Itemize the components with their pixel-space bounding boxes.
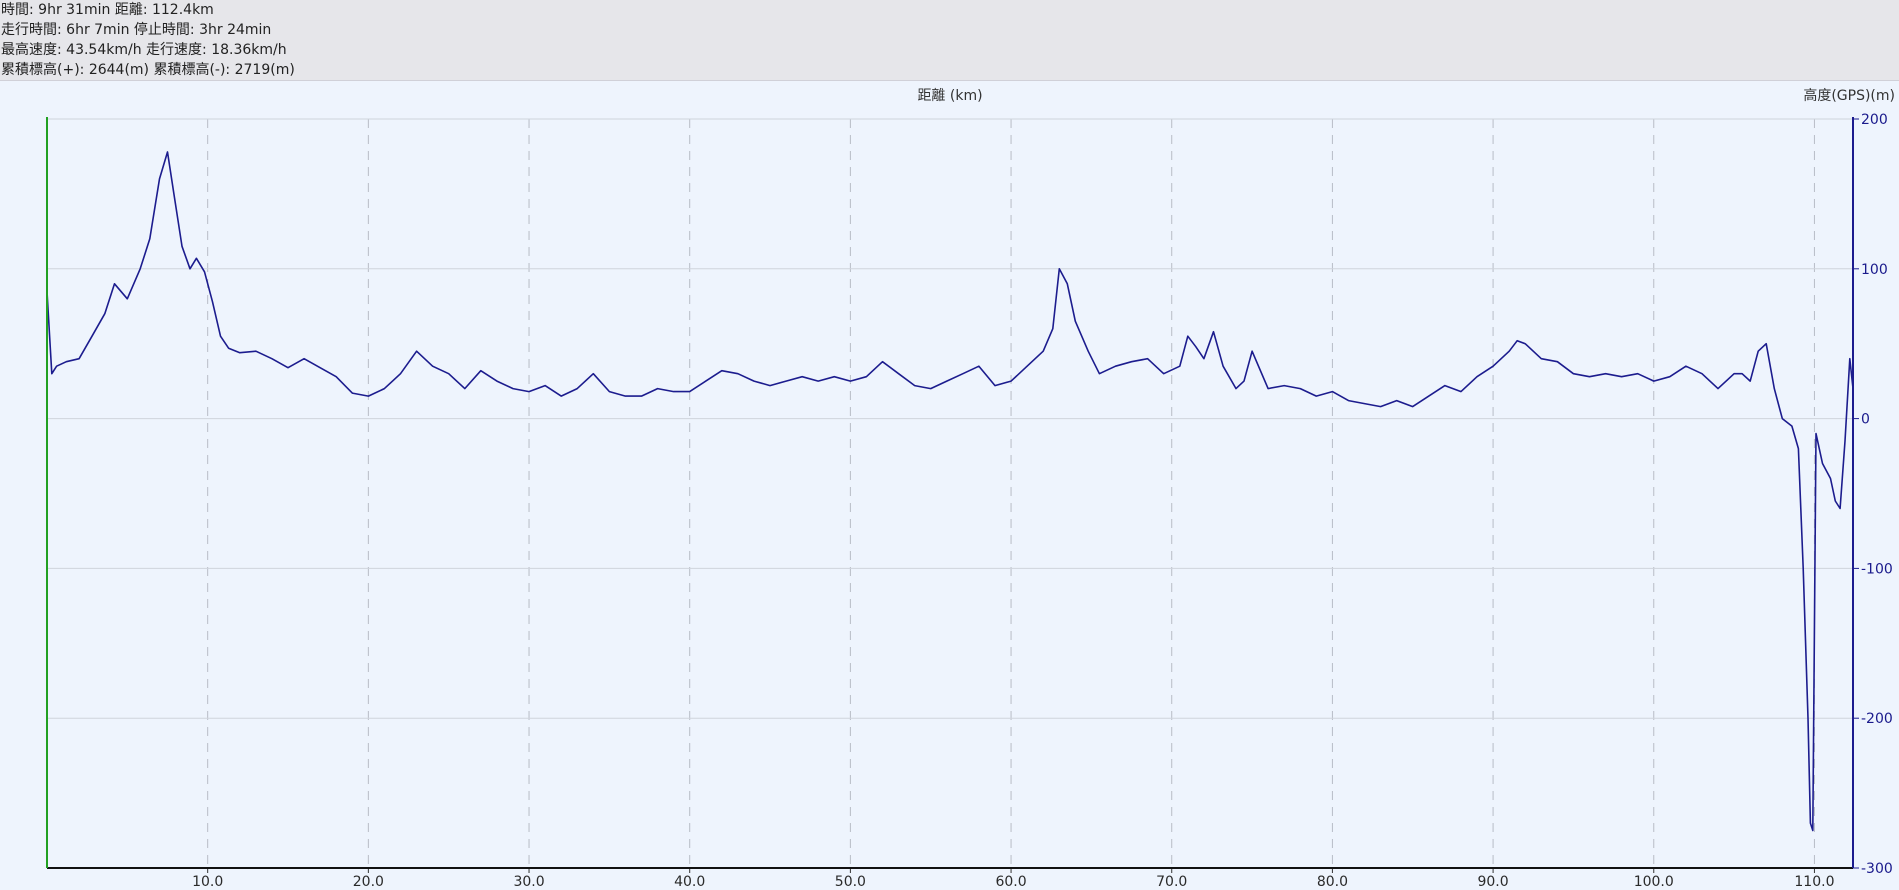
x-tick-label: 20.0 [353,874,384,890]
y-tick-label: -100 [1861,561,1893,577]
elevation-series-line [46,151,1854,832]
x-axis-title: 距離 (km) [917,87,982,104]
x-tick-label: 90.0 [1477,874,1508,890]
x-tick-label: 80.0 [1317,874,1348,890]
stats-time-distance: 時間: 9hr 31min 距離: 112.4km [1,2,214,18]
y-tick-labels: 200 100 0 -100 -200 -300 [1861,112,1893,877]
chart-grid [47,118,1859,873]
y-axis-title: 高度(GPS)(m) [1803,87,1895,104]
y-tick-label: 0 [1861,412,1870,428]
y-tick-label: -200 [1861,711,1893,727]
x-tick-label: 70.0 [1156,874,1187,890]
x-tick-labels: 10.0 20.0 30.0 40.0 50.0 60.0 70.0 80.0 90.0 100.… [192,874,1834,890]
x-tick-label: 60.0 [995,874,1026,890]
stats-elevation-gain: 累積標高(+): 2644(m) 累積標高(-): 2719(m) [1,62,295,78]
y-tick-label: 100 [1861,262,1888,278]
y-tick-label: -300 [1861,861,1893,877]
elevation-chart: 10.0 20.0 30.0 40.0 50.0 60.0 70.0 80.0 90.0 100.… [46,87,1895,890]
stats-speed: 最高速度: 43.54km/h 走行速度: 18.36km/h [1,42,287,58]
x-tick-label: 100.0 [1634,874,1674,890]
x-tick-label: 30.0 [513,874,544,890]
y-tick-label: 200 [1861,112,1888,128]
x-tick-label: 50.0 [835,874,866,890]
stats-moving-stopped: 走行時間: 6hr 7min 停止時間: 3hr 24min [1,22,272,38]
x-tick-label: 40.0 [674,874,705,890]
x-tick-label: 10.0 [192,874,223,890]
stats-panel: 時間: 9hr 31min 距離: 112.4km 走行時間: 6hr 7min… [0,0,1899,81]
x-tick-label: 110.0 [1794,874,1834,890]
